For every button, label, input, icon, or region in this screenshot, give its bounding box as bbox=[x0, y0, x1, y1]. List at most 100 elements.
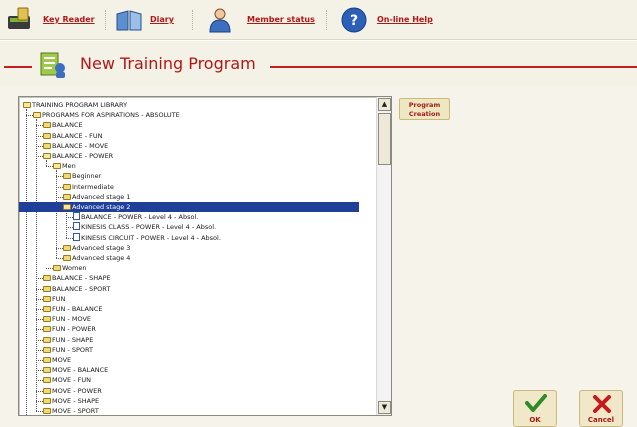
tree-connector bbox=[56, 186, 63, 188]
folder-icon bbox=[43, 377, 51, 384]
key-reader-link[interactable]: Key Reader bbox=[43, 15, 95, 24]
tree-folder-item[interactable]: TRAINING PROGRAM LIBRARY bbox=[23, 100, 127, 110]
folder-icon bbox=[63, 244, 71, 251]
folder-icon bbox=[43, 357, 51, 363]
member-status-link[interactable]: Member status bbox=[247, 15, 315, 24]
tree-program-item[interactable]: KINESIS CIRCUIT - POWER - Level 4 - Abso… bbox=[73, 232, 221, 243]
tree-program-item[interactable]: KINESIS CLASS - POWER - Level 4 - Absol. bbox=[73, 222, 216, 232]
tree-folder-item[interactable]: FUN bbox=[43, 294, 65, 304]
tree-node-label: FUN - MOVE bbox=[52, 315, 91, 324]
key-reader-icon[interactable] bbox=[6, 6, 34, 34]
tree-connector bbox=[36, 298, 43, 300]
tree-folder-item[interactable]: BALANCE bbox=[43, 120, 83, 130]
tree-folder-item[interactable]: Men bbox=[53, 161, 76, 171]
title-divider-left bbox=[4, 66, 32, 68]
tree-connector bbox=[56, 170, 57, 258]
tree-node-label: BALANCE - POWER - Level 4 - Absol. bbox=[81, 213, 199, 222]
tree-node-label: PROGRAMS FOR ASPIRATIONS - ABSOLUTE bbox=[42, 111, 180, 120]
tree-connector bbox=[56, 258, 63, 259]
tree-connector bbox=[36, 349, 43, 351]
help-icon[interactable]: ? bbox=[340, 6, 368, 34]
tree-folder-item[interactable]: FUN - BALANCE bbox=[43, 304, 102, 314]
folder-icon bbox=[63, 183, 71, 190]
folder-icon bbox=[43, 132, 51, 139]
tree-folder-item[interactable]: MOVE - BALANCE bbox=[43, 365, 108, 375]
online-help-link[interactable]: On-line Help bbox=[377, 15, 433, 24]
tree-folder-item[interactable]: BALANCE - POWER bbox=[43, 151, 113, 161]
tree-connector bbox=[36, 329, 43, 331]
folder-icon bbox=[43, 408, 51, 414]
document-icon bbox=[73, 212, 80, 221]
tree-connector bbox=[36, 319, 43, 321]
tree-folder-item[interactable]: Beginner bbox=[63, 171, 101, 181]
tree-folder-item[interactable]: BALANCE - SHAPE bbox=[43, 273, 111, 283]
tree-content: TRAINING PROGRAM LIBRARY PROGRAMS FOR ASP… bbox=[19, 97, 376, 415]
folder-icon bbox=[43, 295, 51, 302]
folder-icon bbox=[43, 397, 51, 404]
tree-folder-item[interactable]: MOVE - POWER bbox=[43, 386, 102, 396]
tree-scrollbar[interactable]: ▲ ▼ bbox=[376, 97, 391, 415]
tree-connector bbox=[36, 400, 43, 402]
toolbar-separator bbox=[105, 10, 106, 30]
member-status-icon[interactable] bbox=[206, 6, 234, 34]
scroll-down-button[interactable]: ▼ bbox=[378, 401, 391, 414]
tree-folder-item[interactable]: FUN - SPORT bbox=[43, 345, 93, 355]
training-program-icon bbox=[40, 52, 65, 78]
tree-node-label: MOVE - BALANCE bbox=[52, 366, 109, 375]
open-folder-icon bbox=[53, 163, 61, 170]
tree-folder-item[interactable]: PROGRAMS FOR ASPIRATIONS - ABSOLUTE bbox=[33, 110, 180, 120]
toolbar-separator bbox=[326, 10, 327, 30]
program-creation-button[interactable]: Program Creation bbox=[399, 98, 450, 120]
tree-node-label: Men bbox=[62, 162, 76, 171]
tree-node-label: MOVE bbox=[52, 356, 72, 364]
scroll-up-button[interactable]: ▲ bbox=[378, 98, 391, 111]
tree-node-selected[interactable]: Advanced stage 2 bbox=[19, 202, 359, 212]
folder-icon bbox=[43, 142, 51, 149]
tree-connector bbox=[56, 247, 63, 249]
tree-folder-item[interactable]: MOVE bbox=[43, 355, 71, 365]
tree-connector bbox=[36, 125, 43, 127]
tree-connector bbox=[66, 217, 73, 219]
tree-folder-item[interactable]: Advanced stage 4 bbox=[63, 253, 130, 263]
ok-button[interactable]: OK bbox=[513, 390, 557, 427]
tree-node-label: BALANCE - SPORT bbox=[52, 284, 111, 293]
cancel-label: Cancel bbox=[587, 416, 615, 424]
tree-folder-item[interactable]: Advanced stage 3 bbox=[63, 243, 130, 253]
tree-node-label: MOVE - SHAPE bbox=[52, 396, 100, 405]
folder-icon bbox=[63, 193, 71, 200]
document-icon bbox=[73, 222, 80, 231]
diary-link[interactable]: Diary bbox=[150, 15, 174, 24]
tree-connector bbox=[36, 156, 43, 157]
svg-text:?: ? bbox=[350, 13, 358, 29]
scroll-thumb[interactable] bbox=[378, 113, 391, 165]
tree-folder-item[interactable]: BALANCE - FUN bbox=[43, 131, 102, 141]
tree-folder-item[interactable]: Intermediate bbox=[63, 182, 114, 192]
tree-program-item[interactable]: BALANCE - POWER - Level 4 - Absol. bbox=[73, 212, 198, 222]
tree-node-label: FUN - SHAPE bbox=[52, 335, 94, 344]
tree-folder-item[interactable]: MOVE - SPORT bbox=[43, 406, 99, 415]
tree-connector bbox=[56, 176, 63, 178]
folder-icon bbox=[43, 326, 51, 333]
tree-folder-item[interactable]: BALANCE - SPORT bbox=[43, 284, 110, 294]
tree-connector bbox=[66, 211, 67, 238]
tree-node-label: BALANCE - MOVE bbox=[52, 141, 109, 150]
tree-folder-item[interactable]: FUN - SHAPE bbox=[43, 335, 93, 345]
tree-node-label: FUN - POWER bbox=[52, 325, 96, 334]
open-folder-icon bbox=[63, 204, 71, 210]
program-library-tree[interactable]: TRAINING PROGRAM LIBRARY PROGRAMS FOR ASP… bbox=[18, 96, 392, 416]
tree-connector bbox=[36, 145, 43, 147]
tree-node-label: Intermediate bbox=[72, 182, 114, 191]
tree-folder-item[interactable]: Advanced stage 1 bbox=[63, 192, 130, 202]
tree-folder-item[interactable]: MOVE - SHAPE bbox=[43, 396, 99, 406]
tree-folder-item[interactable]: MOVE - FUN bbox=[43, 375, 91, 385]
tree-node-label: Women bbox=[62, 264, 87, 273]
cancel-button[interactable]: Cancel bbox=[579, 390, 623, 427]
tree-connector bbox=[66, 227, 73, 229]
tree-folder-item[interactable]: FUN - POWER bbox=[43, 324, 96, 334]
tree-folder-item[interactable]: Women bbox=[53, 263, 86, 273]
tree-folder-item[interactable]: BALANCE - MOVE bbox=[43, 141, 108, 151]
tree-folder-item[interactable]: FUN - MOVE bbox=[43, 314, 91, 324]
open-folder-icon bbox=[23, 102, 31, 108]
diary-icon[interactable] bbox=[115, 6, 143, 34]
tree-node-label: BALANCE - SHAPE bbox=[52, 274, 111, 283]
